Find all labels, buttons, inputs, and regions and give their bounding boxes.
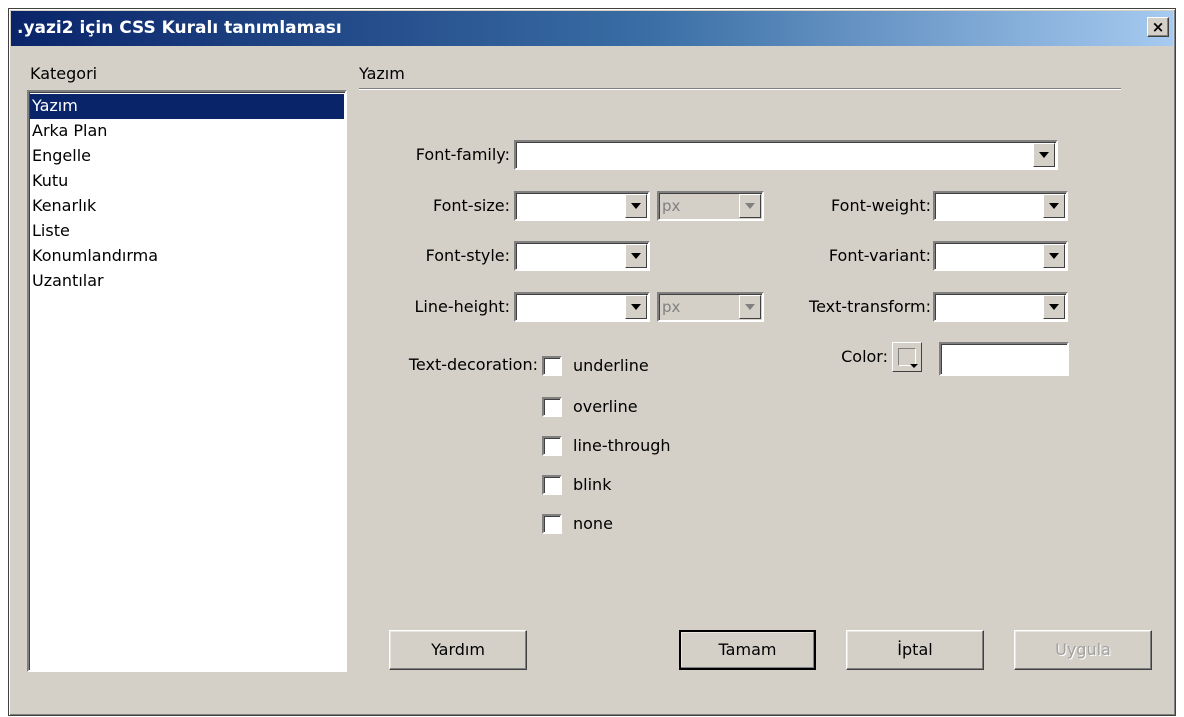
category-item-engelle[interactable]: Engelle	[30, 144, 344, 169]
category-item-yazim[interactable]: Yazım	[30, 94, 344, 119]
apply-button: Uygula	[1014, 630, 1152, 670]
section-divider	[359, 88, 1121, 90]
color-input[interactable]	[939, 342, 1069, 376]
font-weight-label: Font-weight:	[831, 196, 931, 215]
font-family-select[interactable]	[514, 140, 1058, 170]
chevron-down-icon[interactable]	[625, 244, 647, 268]
category-item-konumlandirma[interactable]: Konumlandırma	[30, 244, 344, 269]
underline-label: underline	[573, 356, 649, 375]
category-item-liste[interactable]: Liste	[30, 219, 344, 244]
category-item-arka-plan[interactable]: Arka Plan	[30, 119, 344, 144]
line-height-label: Line-height:	[414, 297, 510, 316]
chevron-down-icon[interactable]	[1033, 143, 1055, 167]
font-size-unit-select: px	[657, 191, 764, 221]
category-item-uzantilar[interactable]: Uzantılar	[30, 269, 344, 294]
font-style-select[interactable]	[514, 241, 650, 271]
dialog-title: .yazi2 için CSS Kuralı tanımlaması	[17, 18, 342, 38]
blink-label: blink	[573, 475, 612, 494]
color-label: Color:	[841, 347, 888, 366]
category-label: Kategori	[30, 64, 98, 83]
line-through-checkbox[interactable]	[542, 436, 562, 456]
category-item-kutu[interactable]: Kutu	[30, 169, 344, 194]
chevron-down-icon	[739, 295, 761, 319]
text-decoration-label: Text-decoration:	[408, 355, 538, 374]
category-list[interactable]: Yazım Arka Plan Engelle Kutu Kenarlık Li…	[27, 90, 347, 672]
text-transform-select[interactable]	[933, 292, 1068, 322]
font-size-label: Font-size:	[432, 196, 510, 215]
font-family-label: Font-family:	[415, 145, 510, 164]
none-checkbox[interactable]	[542, 514, 562, 534]
ok-button[interactable]: Tamam	[679, 630, 816, 670]
section-title: Yazım	[359, 64, 405, 83]
underline-checkbox[interactable]	[542, 356, 562, 376]
line-height-unit-select: px	[657, 292, 764, 322]
overline-label: overline	[573, 397, 638, 416]
chevron-down-icon[interactable]	[625, 295, 647, 319]
font-weight-select[interactable]	[933, 191, 1068, 221]
chevron-down-icon[interactable]	[625, 194, 647, 218]
title-bar[interactable]: .yazi2 için CSS Kuralı tanımlaması ×	[11, 11, 1173, 46]
chevron-down-icon[interactable]	[1043, 194, 1065, 218]
chevron-down-icon	[910, 364, 918, 368]
category-item-kenarlik[interactable]: Kenarlık	[30, 194, 344, 219]
line-height-select[interactable]	[514, 292, 650, 322]
text-transform-label: Text-transform:	[809, 297, 931, 316]
chevron-down-icon[interactable]	[1043, 295, 1065, 319]
chevron-down-icon[interactable]	[1043, 244, 1065, 268]
color-picker-button[interactable]	[892, 342, 922, 372]
help-button[interactable]: Yardım	[389, 630, 527, 670]
close-button[interactable]: ×	[1147, 17, 1169, 37]
none-label: none	[573, 514, 613, 533]
cancel-button[interactable]: İptal	[846, 630, 984, 670]
blink-checkbox[interactable]	[542, 475, 562, 495]
font-variant-select[interactable]	[933, 241, 1068, 271]
font-style-label: Font-style:	[425, 246, 510, 265]
font-variant-label: Font-variant:	[828, 246, 931, 265]
line-through-label: line-through	[573, 436, 671, 455]
font-size-select[interactable]	[514, 191, 650, 221]
overline-checkbox[interactable]	[542, 397, 562, 417]
chevron-down-icon	[739, 194, 761, 218]
